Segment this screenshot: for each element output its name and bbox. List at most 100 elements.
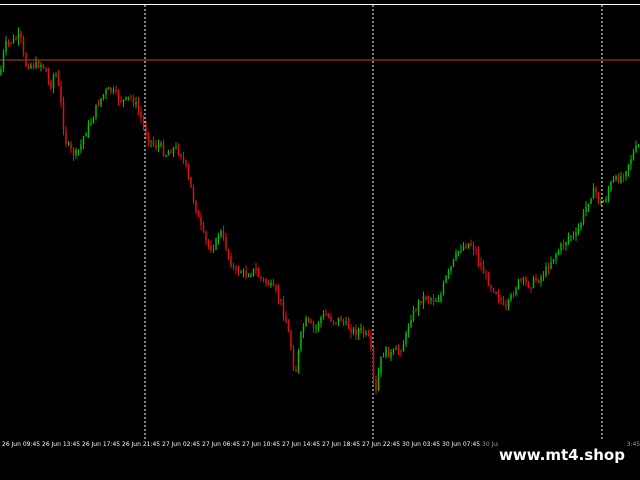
candle — [280, 298, 282, 306]
candle — [455, 249, 457, 261]
candle — [437, 294, 440, 302]
candle — [545, 262, 547, 278]
candle — [0, 65, 2, 76]
candle — [535, 274, 537, 283]
price-chart[interactable] — [0, 0, 640, 440]
candle — [155, 139, 157, 151]
candle — [235, 264, 237, 274]
candle — [457, 250, 460, 257]
candle — [507, 298, 510, 311]
candle — [80, 139, 82, 154]
candle — [265, 277, 267, 287]
candle — [400, 349, 402, 357]
candle — [142, 115, 145, 131]
candle — [527, 280, 530, 289]
candle — [75, 147, 77, 159]
candle — [77, 149, 80, 156]
candle — [330, 312, 332, 323]
candle — [107, 86, 110, 90]
candle — [290, 329, 292, 351]
candle — [567, 232, 570, 245]
candle — [447, 268, 450, 279]
candle — [110, 87, 112, 95]
candle — [275, 284, 277, 293]
time-axis-tick-label: 27 Jun 22:45 — [362, 441, 401, 448]
candle — [462, 242, 465, 252]
candle — [605, 196, 607, 203]
candle — [5, 35, 7, 56]
candle — [375, 375, 377, 395]
candle — [85, 132, 87, 137]
candle — [65, 126, 67, 148]
candle — [157, 139, 160, 153]
candle — [167, 149, 170, 156]
candle — [22, 35, 25, 57]
candle — [10, 41, 12, 46]
candle — [245, 265, 247, 280]
candle — [202, 221, 205, 234]
candle — [292, 345, 295, 372]
candle — [602, 199, 605, 203]
candle — [230, 252, 232, 269]
candle — [62, 96, 65, 136]
candle — [342, 318, 345, 327]
candle — [37, 59, 40, 69]
candle — [332, 320, 335, 326]
candle — [607, 185, 610, 203]
candle — [390, 348, 392, 362]
candle — [387, 347, 390, 358]
candle — [115, 85, 117, 94]
candle — [32, 62, 35, 70]
candle — [435, 297, 437, 303]
candle — [365, 330, 367, 337]
candle — [385, 346, 387, 359]
candle — [532, 275, 535, 289]
candle — [237, 265, 240, 276]
candle — [210, 239, 212, 253]
candle — [7, 39, 10, 47]
candle — [257, 267, 260, 277]
candle — [500, 295, 502, 305]
candle — [582, 208, 585, 226]
candle — [190, 176, 192, 189]
candle — [212, 244, 215, 253]
candle — [380, 356, 382, 378]
candle — [427, 295, 430, 305]
candle — [392, 348, 395, 356]
candle — [610, 180, 612, 193]
candle — [297, 348, 300, 374]
candle — [247, 273, 250, 277]
candle — [72, 147, 75, 162]
candle — [187, 163, 190, 181]
candle — [440, 291, 442, 304]
candle — [322, 310, 325, 320]
candle — [137, 96, 140, 116]
candle — [340, 315, 342, 322]
candle — [170, 148, 172, 154]
candle — [47, 67, 50, 86]
candle — [615, 174, 617, 182]
candle — [145, 120, 147, 140]
candle — [217, 232, 220, 245]
candle — [295, 365, 297, 372]
candle — [475, 246, 477, 256]
candle — [512, 291, 515, 298]
candle — [220, 228, 222, 239]
candle — [540, 274, 542, 287]
candle — [185, 159, 187, 169]
candle — [570, 235, 572, 243]
candle — [585, 201, 587, 217]
candle — [550, 256, 552, 270]
candle — [612, 175, 615, 183]
candle — [172, 146, 175, 158]
candle — [320, 315, 322, 328]
candle — [327, 312, 330, 319]
candle — [180, 152, 182, 160]
candle — [52, 72, 55, 94]
candle — [547, 262, 550, 275]
candle — [325, 308, 327, 316]
candle — [382, 352, 385, 358]
candle — [472, 241, 475, 256]
candle — [370, 329, 372, 352]
candle — [192, 184, 195, 205]
